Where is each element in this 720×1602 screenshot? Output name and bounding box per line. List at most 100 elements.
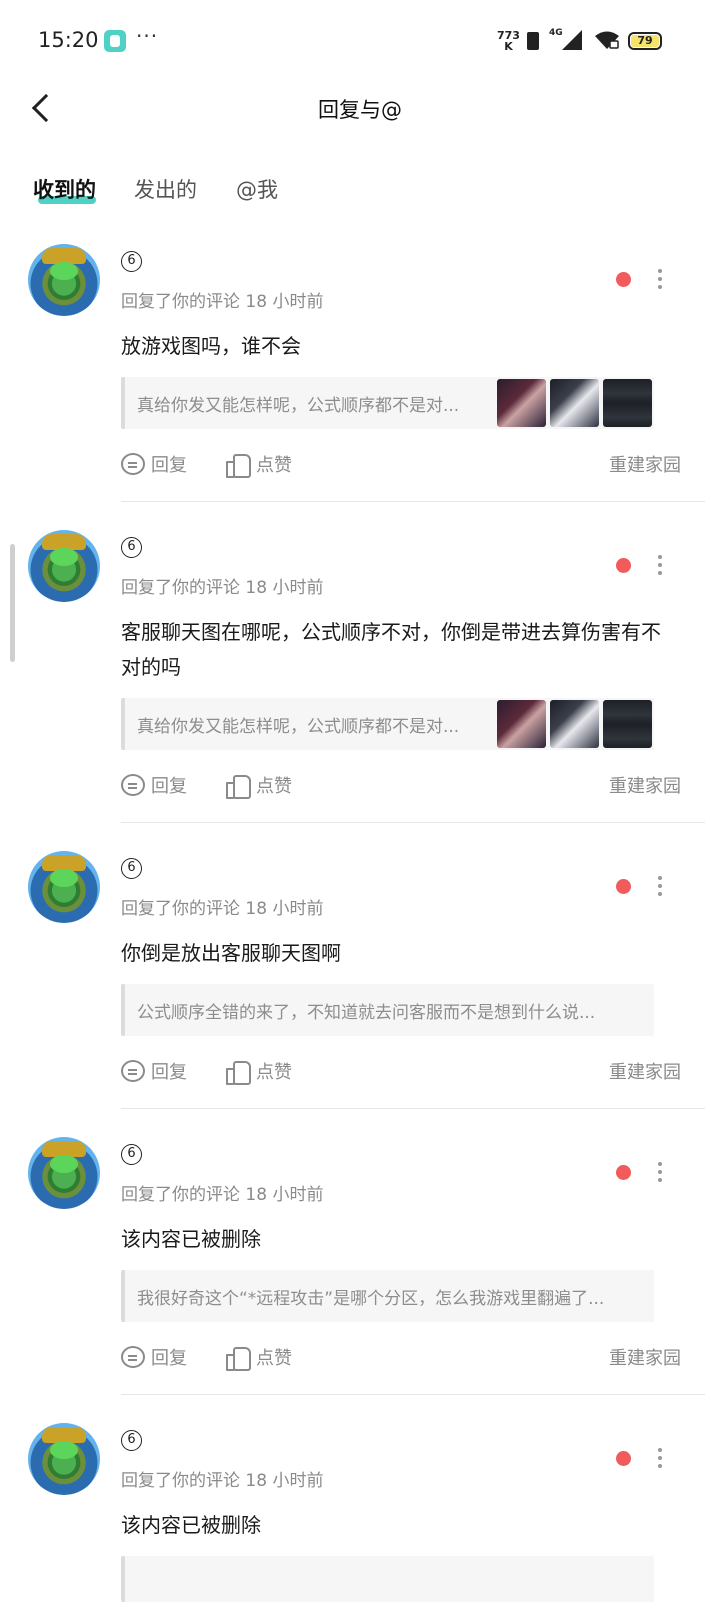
quoted-comment-text: 公式顺序全错的来了，不知道就去问客服而不是想到什么说... [137,1003,596,1023]
divider [121,1108,705,1109]
user-badge: 6 [121,1430,142,1451]
nav-bar: 回复与@ [0,84,720,140]
source-link[interactable]: 重建家园 [609,1344,681,1370]
like-button[interactable]: 点赞 [226,451,292,478]
thumbnail-image [550,379,599,427]
unread-dot [616,1165,631,1180]
quoted-comment-text: 真给你发又能怎样呢，公式顺序都不是对... [137,717,460,737]
tab-mentions[interactable]: @我 [236,174,278,204]
reply-label: 回复 [151,776,187,797]
action-row: 回复 点赞 重建家园 [121,1344,681,1374]
source-link[interactable]: 重建家园 [609,1058,681,1084]
more-icon[interactable] [656,1448,664,1468]
reply-meta: 回复了你的评论 18 小时前 [121,1185,324,1205]
quoted-images [497,379,652,427]
status-time: 15:20 [38,28,99,52]
like-label: 点赞 [256,1348,292,1369]
reply-label: 回复 [151,1062,187,1083]
wifi-icon [595,31,619,49]
quoted-comment[interactable]: 我很好奇这个“*远程攻击”是哪个分区，怎么我游戏里翻遍了... [121,1270,654,1322]
network-type: 4G [549,28,563,38]
reply-label: 回复 [151,455,187,476]
avatar[interactable] [28,244,100,316]
reply-meta: 回复了你的评论 18 小时前 [121,578,324,598]
like-label: 点赞 [256,1062,292,1083]
battery-icon: 79 [628,32,662,50]
thumbnail-image [603,700,652,748]
thumbs-up-icon [226,1346,251,1371]
reply-icon [121,774,145,796]
quoted-comment[interactable]: 公式顺序全错的来了，不知道就去问客服而不是想到什么说... [121,984,654,1036]
app-notification-icon [104,30,126,52]
reply-meta: 回复了你的评论 18 小时前 [121,1471,324,1491]
reply-content: 放游戏图吗，谁不会 [121,334,301,358]
battery-level: 79 [631,35,659,47]
like-button[interactable]: 点赞 [226,772,292,799]
reply-meta: 回复了你的评论 18 小时前 [121,899,324,919]
tab-received[interactable]: 收到的 [33,174,96,204]
reply-label: 回复 [151,1348,187,1369]
quoted-comment[interactable]: 真给你发又能怎样呢，公式顺序都不是对... [121,377,654,429]
user-badge: 6 [121,1144,142,1165]
status-bar: 15:20 ··· 773 K 4G 79 [0,0,720,84]
tab-bar: 收到的 发出的 @我 [0,166,720,214]
divider [121,822,705,823]
user-badge: 6 [121,858,142,879]
unread-dot [616,558,631,573]
thumbnail-image [603,379,652,427]
action-row: 回复 点赞 重建家园 [121,1058,681,1088]
user-badge: 6 [121,251,142,272]
like-label: 点赞 [256,776,292,797]
quoted-comment[interactable]: 真给你发又能怎样呢，公式顺序都不是对... [121,698,654,750]
thumbs-up-icon [226,1060,251,1085]
more-icon[interactable] [656,555,664,575]
reply-icon [121,1346,145,1368]
reply-button[interactable]: 回复 [121,772,187,798]
unread-dot [616,1451,631,1466]
more-notifications-icon: ··· [136,24,159,48]
thumbs-up-icon [226,453,251,478]
like-button[interactable]: 点赞 [226,1058,292,1085]
thumbnail-image [497,700,546,748]
action-row: 回复 点赞 重建家园 [121,772,681,802]
reply-button[interactable]: 回复 [121,1344,187,1370]
reply-button[interactable]: 回复 [121,1058,187,1084]
thumbnail-image [497,379,546,427]
avatar[interactable] [28,1137,100,1209]
reply-content: 该内容已被删除 [121,1513,261,1537]
network-speed: 773 K [497,30,520,52]
signal-icon [562,30,582,50]
avatar[interactable] [28,530,100,602]
like-label: 点赞 [256,455,292,476]
reply-icon [121,1060,145,1082]
avatar[interactable] [28,1423,100,1495]
unread-dot [616,879,631,894]
quoted-comment-text: 我很好奇这个“*远程攻击”是哪个分区，怎么我游戏里翻遍了... [137,1289,605,1309]
page-title: 回复与@ [318,98,402,122]
scrollbar[interactable] [10,544,15,662]
avatar[interactable] [28,851,100,923]
reply-button[interactable]: 回复 [121,451,187,477]
more-icon[interactable] [656,1162,664,1182]
like-button[interactable]: 点赞 [226,1344,292,1371]
reply-content: 客服聊天图在哪呢，公式顺序不对，你倒是带进去算伤害有不对的吗 [121,620,661,679]
more-icon[interactable] [656,876,664,896]
quoted-comment-text: 真给你发又能怎样呢，公式顺序都不是对... [137,396,460,416]
thumbnail-image [550,700,599,748]
reply-content: 你倒是放出客服聊天图啊 [121,941,341,965]
tab-sent[interactable]: 发出的 [134,174,197,204]
vibrate-icon [527,32,539,50]
action-row: 回复 点赞 重建家园 [121,451,681,481]
user-badge: 6 [121,537,142,558]
divider [121,501,705,502]
reply-content: 该内容已被删除 [121,1227,261,1251]
quoted-comment[interactable] [121,1556,654,1602]
thumbs-up-icon [226,774,251,799]
source-link[interactable]: 重建家园 [609,451,681,477]
source-link[interactable]: 重建家园 [609,772,681,798]
quoted-images [497,700,652,748]
more-icon[interactable] [656,269,664,289]
network-speed-unit: K [504,40,513,53]
unread-dot [616,272,631,287]
divider [121,1394,705,1395]
